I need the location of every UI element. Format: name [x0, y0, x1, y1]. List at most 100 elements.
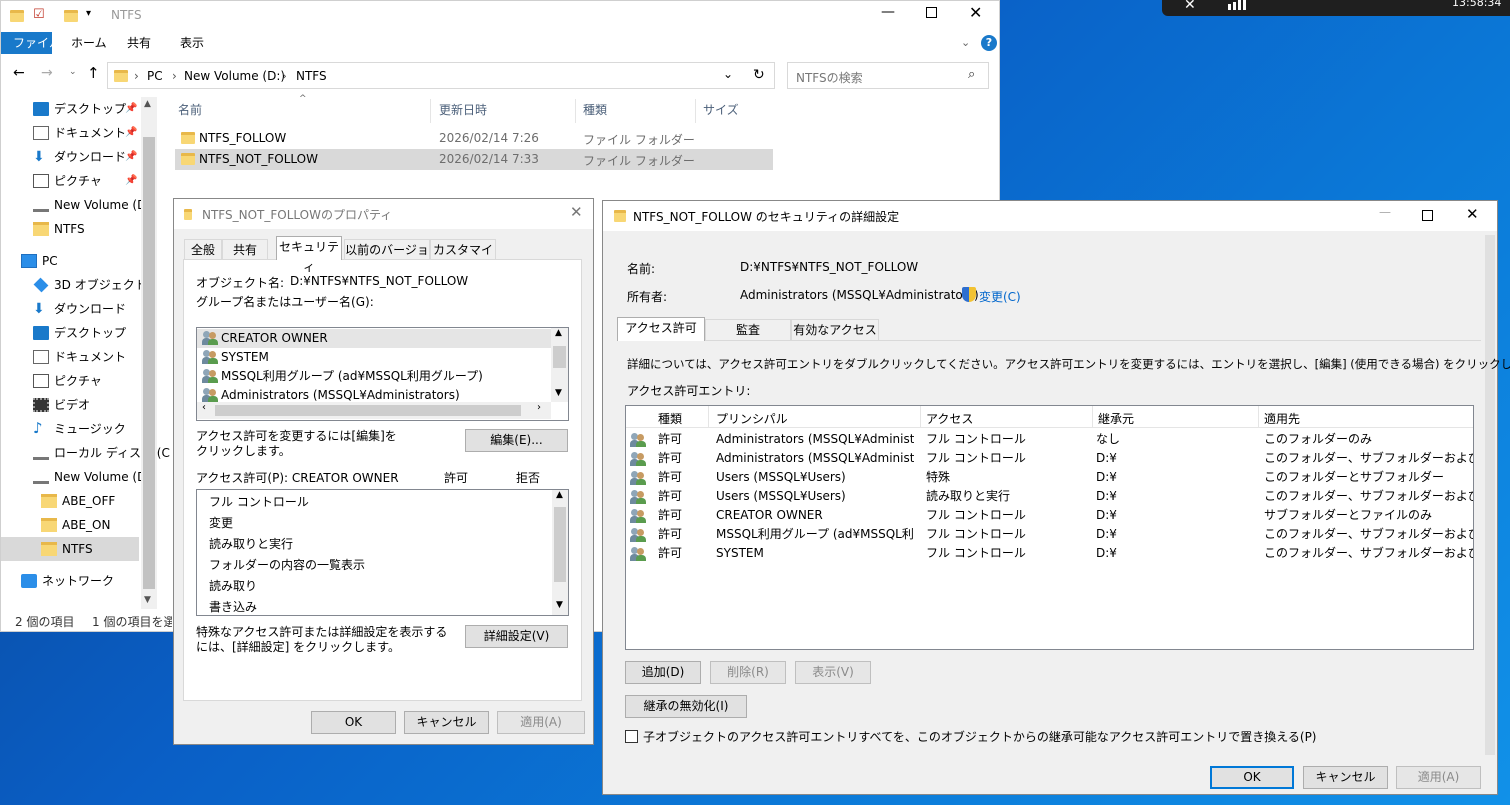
permissions-scrollbar[interactable]: ▲ ▼ [552, 490, 568, 615]
column-size[interactable]: サイズ [703, 101, 739, 118]
cancel-button[interactable]: キャンセル [1303, 766, 1388, 789]
close-icon[interactable]: ✕ [969, 3, 982, 22]
nav-scrollbar[interactable]: ▲ ▼ [141, 97, 157, 609]
cancel-button[interactable]: キャンセル [404, 711, 489, 734]
ribbon-tab-home[interactable]: ホーム [59, 32, 119, 54]
edit-button[interactable]: 編集(E)... [465, 429, 568, 452]
column-applies-to[interactable]: 適用先 [1264, 410, 1300, 427]
tab-previous-versions[interactable]: 以前のバージョン [344, 239, 430, 277]
remove-button[interactable]: 削除(R) [710, 661, 786, 684]
permission-entry-row[interactable]: 許可 Users (MSSQL¥Users) 読み取りと実行 D:¥ このフォルダー、サ… [626, 487, 1473, 506]
forward-icon[interactable]: → [41, 65, 53, 81]
column-access[interactable]: アクセス [926, 410, 973, 427]
back-icon[interactable]: ← [13, 65, 25, 81]
sidebar-item[interactable]: ⬇ ダウンロード [1, 297, 139, 321]
tab-general[interactable]: 全般 [184, 239, 222, 260]
ribbon-tab-share[interactable]: 共有 [115, 32, 163, 54]
sidebar-item[interactable]: ⬇ ダウンロード 📌 [1, 145, 139, 169]
sidebar-item[interactable]: NTFS [1, 217, 139, 241]
sidebar-item[interactable]: ドキュメント 📌 [1, 121, 139, 145]
file-row-selected[interactable]: NTFS_NOT_FOLLOW 2026/02/14 7:33 ファイル フォル… [175, 149, 773, 170]
sidebar-item[interactable]: ローカル ディスク (C [1, 441, 170, 465]
sidebar-item[interactable]: ビデオ [1, 393, 139, 417]
properties-quick-icon[interactable]: ☑ [33, 7, 45, 22]
permission-entries-table[interactable]: 種類 プリンシパル アクセス 継承元 適用先 許可 Administrators … [625, 405, 1474, 650]
minimize-icon[interactable]: — [1379, 205, 1391, 219]
permission-entry-row[interactable]: 許可 Administrators (MSSQL¥Administrat... フル… [626, 430, 1473, 449]
search-box[interactable]: NTFSの検索 ⌕ [787, 62, 989, 89]
column-divider[interactable] [575, 99, 576, 123]
close-icon[interactable]: ✕ [1466, 205, 1479, 223]
view-button[interactable]: 表示(V) [795, 661, 871, 684]
apply-button[interactable]: 適用(A) [1396, 766, 1481, 789]
breadcrumb-separator-icon[interactable]: › [134, 69, 139, 83]
disconnect-icon[interactable]: ✕ [1184, 0, 1196, 13]
dialog-scrollbar[interactable] [1483, 231, 1497, 794]
column-principal[interactable]: プリンシパル [716, 410, 788, 427]
sidebar-item[interactable]: 3D オブジェクト [1, 273, 147, 297]
signal-icon[interactable] [1228, 0, 1252, 10]
search-input[interactable]: NTFSの検索 [796, 69, 863, 86]
permission-entry-row[interactable]: 許可 MSSQL利用グループ (ad¥MSSQL利用... フル コントロール D:¥… [626, 525, 1473, 544]
refresh-icon[interactable]: ↻ [753, 67, 765, 83]
breadcrumb-ntfs[interactable]: NTFS [296, 69, 327, 83]
add-button[interactable]: 追加(D) [625, 661, 701, 684]
change-owner-link[interactable]: 変更(C) [979, 288, 1021, 305]
tab-sharing[interactable]: 共有 [222, 239, 268, 260]
replace-child-checkbox[interactable] [625, 730, 638, 743]
sidebar-item[interactable]: ABE_OFF [1, 489, 139, 513]
sidebar-item[interactable]: ドキュメント [1, 345, 139, 369]
tab-permissions[interactable]: アクセス許可 [617, 317, 705, 341]
user-list-item[interactable]: MSSQL利用グループ (ad¥MSSQL利用グループ) [197, 367, 551, 386]
apply-button[interactable]: 適用(A) [497, 711, 585, 734]
users-scrollbar[interactable]: ▲ ▼ [551, 328, 568, 402]
breadcrumb-pc[interactable]: PC [147, 69, 163, 83]
new-folder-quick-icon[interactable] [64, 10, 78, 22]
search-icon[interactable]: ⌕ [968, 67, 975, 82]
maximize-icon[interactable] [1422, 210, 1433, 221]
expand-ribbon-icon[interactable]: ⌄ [961, 36, 970, 49]
sidebar-item[interactable]: ピクチャ [1, 369, 139, 393]
tab-customize[interactable]: カスタマイズ [430, 239, 496, 277]
sidebar-item[interactable]: ピクチャ 📌 [1, 169, 139, 193]
quick-access-dropdown-icon[interactable]: ▾ [86, 8, 91, 19]
sidebar-item[interactable]: PC [1, 249, 139, 273]
sidebar-item[interactable]: NTFS [1, 537, 139, 561]
sidebar-item[interactable]: デスクトップ [1, 321, 139, 345]
ok-button[interactable]: OK [311, 711, 396, 734]
sidebar-item[interactable]: New Volume (D:) [1, 465, 155, 489]
pin-icon[interactable]: 📌 [125, 145, 137, 169]
permission-entry-row[interactable]: 許可 Administrators (MSSQL¥Administrat... フル… [626, 449, 1473, 468]
column-divider[interactable] [430, 99, 431, 123]
pin-icon[interactable]: 📌 [125, 121, 137, 145]
recent-locations-icon[interactable]: ⌄ [69, 67, 77, 77]
close-icon[interactable]: ✕ [570, 203, 583, 221]
disable-inheritance-button[interactable]: 継承の無効化(I) [625, 695, 747, 718]
sidebar-item[interactable]: ♪ ミュージック [1, 417, 139, 441]
sidebar-item[interactable]: New Volume (D:) [1, 193, 155, 217]
user-list-item[interactable]: CREATOR OWNER [197, 329, 551, 348]
tab-effective-access[interactable]: 有効なアクセス [791, 319, 879, 340]
column-name[interactable]: 名前 [178, 101, 202, 118]
sidebar-item[interactable]: ネットワーク [1, 569, 139, 593]
pin-icon[interactable]: 📌 [125, 97, 137, 121]
permission-entry-row[interactable]: 許可 Users (MSSQL¥Users) 特殊 D:¥ このフォルダーとサブフォルダ… [626, 468, 1473, 487]
sidebar-item[interactable]: デスクトップ 📌 [1, 97, 139, 121]
pin-icon[interactable]: 📌 [125, 169, 137, 193]
breadcrumb-separator-icon[interactable]: › [282, 69, 287, 83]
breadcrumb-separator-icon[interactable]: › [172, 69, 177, 83]
users-hscrollbar[interactable]: ‹ › [197, 402, 551, 419]
ok-button[interactable]: OK [1210, 766, 1294, 789]
sidebar-item[interactable]: ABE_ON [1, 513, 139, 537]
column-type[interactable]: 種類 [583, 101, 607, 118]
column-divider[interactable] [695, 99, 696, 123]
address-dropdown-icon[interactable]: ⌄ [723, 67, 733, 81]
permission-entry-row[interactable]: 許可 CREATOR OWNER フル コントロール D:¥ サブフォルダーとファイルの… [626, 506, 1473, 525]
column-inherited-from[interactable]: 継承元 [1098, 410, 1134, 427]
user-list-item[interactable]: SYSTEM [197, 348, 551, 367]
maximize-icon[interactable] [926, 7, 937, 18]
column-date[interactable]: 更新日時 [439, 101, 487, 118]
permissions-listbox[interactable]: 書き込み 読み取り フォルダーの内容の一覧表示 読み取りと実行 変更 フル コントロール … [196, 489, 569, 616]
users-listbox[interactable]: Administrators (MSSQL¥Administrators) MSS… [196, 327, 569, 421]
up-icon[interactable]: ↑ [87, 64, 100, 82]
